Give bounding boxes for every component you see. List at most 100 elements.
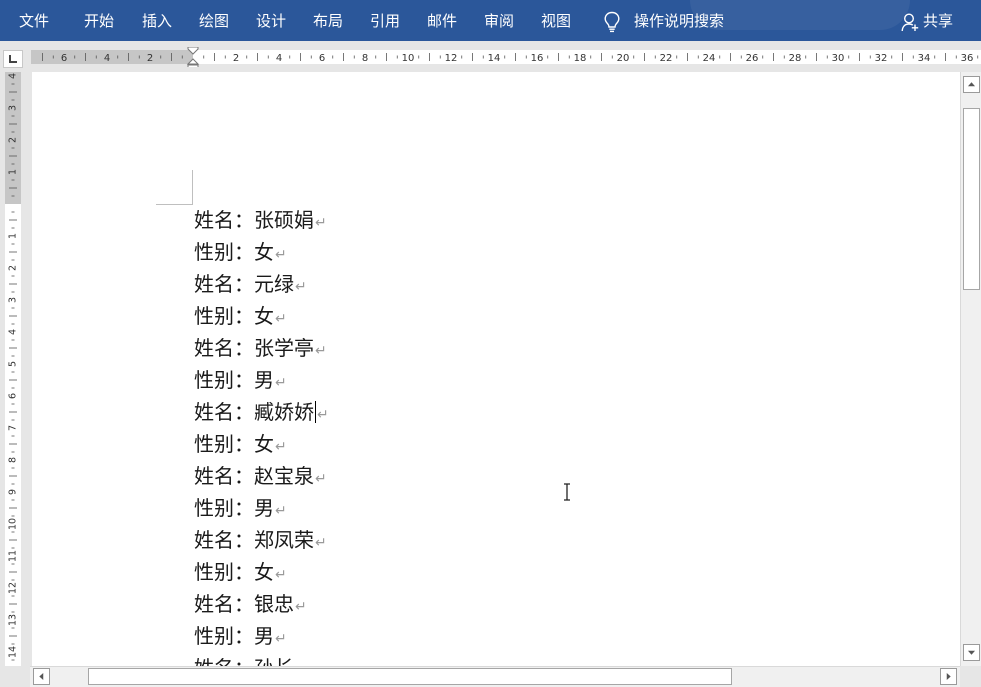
- ruler-label: 2: [147, 53, 153, 64]
- ruler-label: 3: [8, 297, 19, 303]
- ruler-label: 12: [8, 582, 19, 594]
- tab-view[interactable]: 视图: [541, 11, 571, 31]
- paragraph-mark: ↵: [315, 215, 327, 231]
- paragraph-mark: ↵: [275, 567, 287, 583]
- ruler-label: 10: [402, 53, 415, 64]
- paragraph-mark: ↵: [295, 599, 307, 615]
- lightbulb-icon[interactable]: [603, 11, 621, 33]
- ruler-label: 36: [961, 53, 974, 64]
- paragraph-mark: ↵: [275, 247, 287, 263]
- line-value: 孙长: [254, 656, 294, 666]
- share-button[interactable]: 共享: [923, 11, 953, 31]
- document-line[interactable]: 性别：男↵: [194, 364, 329, 396]
- horizontal-ruler[interactable]: 6 4 2 2 4 6 8 10 12 14 16 18 20 22 24 26 28 30 32 34 36: [31, 47, 981, 67]
- line-value: 元绿: [254, 272, 294, 296]
- tab-home[interactable]: 开始: [84, 11, 114, 31]
- line-label: 性别：: [194, 432, 254, 456]
- document-line[interactable]: 姓名：张硕娟↵: [194, 204, 329, 236]
- ruler-row: 6 4 2 2 4 6 8 10 12 14 16 18 20 22 24 26 28 30 32 34 36: [0, 41, 981, 72]
- document-line[interactable]: 性别：女↵: [194, 428, 329, 460]
- ruler-label: 8: [8, 457, 19, 463]
- text-boundary-corner: [156, 170, 193, 205]
- line-label: 性别：: [194, 368, 254, 392]
- line-label: 性别：: [194, 240, 254, 264]
- ruler-label: 4: [8, 73, 19, 79]
- line-value: 女: [254, 432, 274, 456]
- ruler-label: 8: [362, 53, 368, 64]
- vertical-scrollbar[interactable]: [960, 72, 981, 666]
- paragraph-mark: ↵: [275, 439, 287, 455]
- ruler-label: 28: [789, 53, 802, 64]
- ruler-label: 1: [8, 169, 19, 175]
- document-page[interactable]: 姓名：张硕娟↵ 性别：女↵ 姓名：元绿↵ 性别：女↵ 姓名：张学亭↵ 性别：男↵…: [32, 72, 960, 666]
- tab-layout[interactable]: 布局: [313, 11, 343, 31]
- line-label: 姓名：: [194, 592, 254, 616]
- paragraph-mark: ↵: [315, 343, 327, 359]
- line-value: 女: [254, 304, 274, 328]
- paragraph-mark: ↵: [275, 375, 287, 391]
- scroll-down-button[interactable]: [963, 644, 980, 661]
- tab-file[interactable]: 文件: [19, 11, 49, 31]
- line-label: 性别：: [194, 496, 254, 520]
- document-line[interactable]: 性别：女↵: [194, 300, 329, 332]
- left-indent-marker: [187, 64, 199, 67]
- ruler-label: 32: [875, 53, 888, 64]
- line-label: 姓名：: [194, 336, 254, 360]
- horizontal-scrollbar[interactable]: [30, 666, 960, 687]
- document-line[interactable]: 性别：男↵: [194, 620, 329, 652]
- ruler-label: 4: [104, 53, 110, 64]
- document-line[interactable]: 姓名：赵宝泉↵: [194, 460, 329, 492]
- document-line[interactable]: 姓名：郑凤荣↵: [194, 524, 329, 556]
- ruler-label: 9: [8, 489, 19, 495]
- vertical-ruler[interactable]: 4321123456789101112131415: [0, 72, 30, 666]
- line-value: 张硕娟: [254, 208, 314, 232]
- horizontal-scroll-thumb[interactable]: [88, 668, 732, 685]
- scroll-left-button[interactable]: [33, 668, 50, 685]
- document-line[interactable]: 性别：女↵: [194, 556, 329, 588]
- document-line[interactable]: 姓名：臧娇娇 ↵: [194, 396, 329, 428]
- tab-references[interactable]: 引用: [370, 11, 400, 31]
- paragraph-mark: ↵: [275, 311, 287, 327]
- tell-me-search[interactable]: 操作说明搜索: [634, 11, 724, 31]
- line-label: 姓名：: [194, 208, 254, 232]
- ruler-label: 2: [8, 137, 19, 143]
- line-value: 赵宝泉: [254, 464, 314, 488]
- ruler-label: 26: [746, 53, 759, 64]
- tab-insert[interactable]: 插入: [142, 11, 172, 31]
- ruler-label: 14: [8, 646, 19, 658]
- tab-review[interactable]: 审阅: [484, 11, 514, 31]
- tab-draw[interactable]: 绘图: [199, 11, 229, 31]
- ruler-label: 20: [617, 53, 630, 64]
- scroll-up-button[interactable]: [963, 76, 980, 93]
- line-label: 姓名：: [194, 528, 254, 552]
- paragraph-mark: ↵: [275, 503, 287, 519]
- document-line[interactable]: 性别：女↵: [194, 236, 329, 268]
- ruler-label: 4: [8, 329, 19, 335]
- ruler-label: 1: [8, 233, 19, 239]
- text-cursor: [315, 401, 316, 423]
- scroll-right-button[interactable]: [940, 668, 957, 685]
- document-line[interactable]: 性别：男↵: [194, 492, 329, 524]
- line-value: 臧娇娇: [254, 400, 314, 424]
- line-value: 张学亭: [254, 336, 314, 360]
- share-person-icon[interactable]: [901, 12, 919, 32]
- document-line[interactable]: 姓名：银忠↵: [194, 588, 329, 620]
- ruler-label: 12: [445, 53, 458, 64]
- tab-mailings[interactable]: 邮件: [427, 11, 457, 31]
- document-line[interactable]: 姓名：张学亭↵: [194, 332, 329, 364]
- tab-stop-selector[interactable]: [3, 50, 23, 68]
- line-value: 银忠: [254, 592, 294, 616]
- ruler-label: 11: [8, 550, 19, 562]
- document-line[interactable]: 姓名：孙长↵: [194, 652, 329, 666]
- line-value: 男: [254, 624, 274, 648]
- ruler-label: 34: [918, 53, 931, 64]
- line-label: 姓名：: [194, 272, 254, 296]
- ribbon-tab-bar: 文件 开始 插入 绘图 设计 布局 引用 邮件 审阅 视图 操作说明搜索 共享: [0, 0, 981, 41]
- document-body[interactable]: 姓名：张硕娟↵ 性别：女↵ 姓名：元绿↵ 性别：女↵ 姓名：张学亭↵ 性别：男↵…: [194, 204, 329, 666]
- line-value: 女: [254, 240, 274, 264]
- ruler-label: 6: [61, 53, 67, 64]
- vertical-scroll-thumb[interactable]: [963, 108, 980, 290]
- document-line[interactable]: 姓名：元绿↵: [194, 268, 329, 300]
- tab-design[interactable]: 设计: [256, 11, 286, 31]
- ruler-label: 30: [832, 53, 845, 64]
